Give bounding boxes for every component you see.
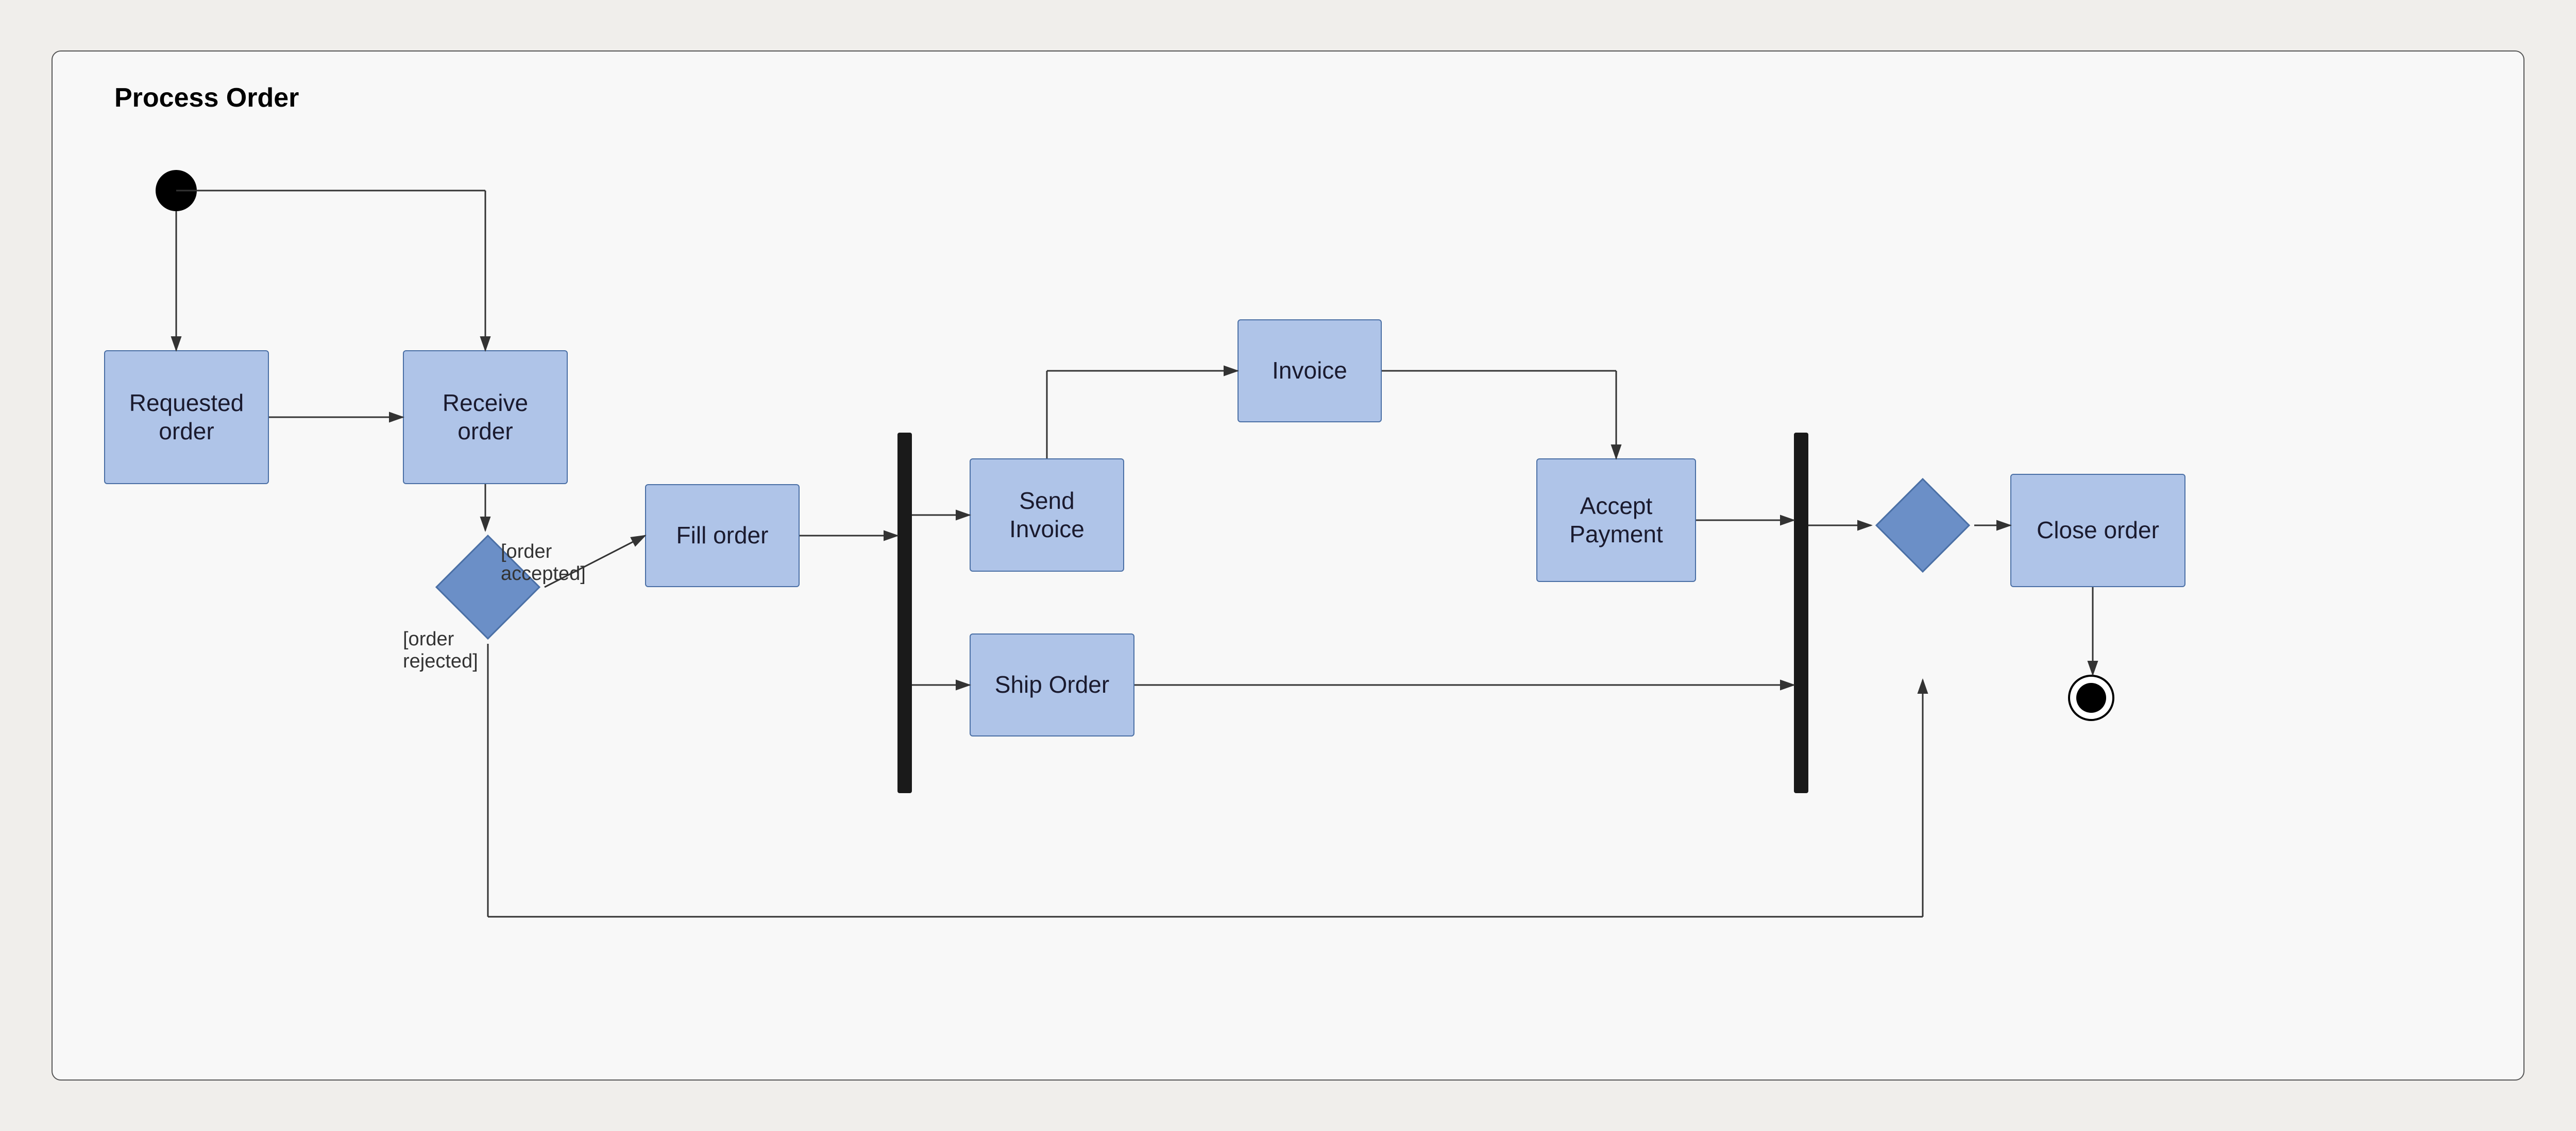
- fill-order-box: Fill order: [645, 484, 800, 587]
- invoice-box: Invoice: [1238, 319, 1382, 422]
- join-diamond: [1871, 474, 1974, 577]
- ship-order-box: Ship Order: [970, 633, 1134, 736]
- join-bar: [1794, 433, 1808, 793]
- end-node-inner: [2076, 683, 2106, 713]
- fork-bar: [897, 433, 912, 793]
- close-order-box: Close order: [2010, 474, 2185, 587]
- end-node: [2068, 675, 2114, 721]
- start-node: [156, 170, 197, 211]
- order-accepted-label: [orderaccepted]: [501, 541, 586, 585]
- receive-order-box: Receive order: [403, 350, 568, 484]
- diagram-container: Process Order Requested order Receive or…: [52, 50, 2524, 1081]
- diagram-title: Process Order: [114, 82, 299, 113]
- send-invoice-box: Send Invoice: [970, 458, 1124, 572]
- accept-payment-box: Accept Payment: [1536, 458, 1696, 582]
- order-rejected-label: [orderrejected]: [403, 628, 478, 673]
- requested-order-box: Requested order: [104, 350, 269, 484]
